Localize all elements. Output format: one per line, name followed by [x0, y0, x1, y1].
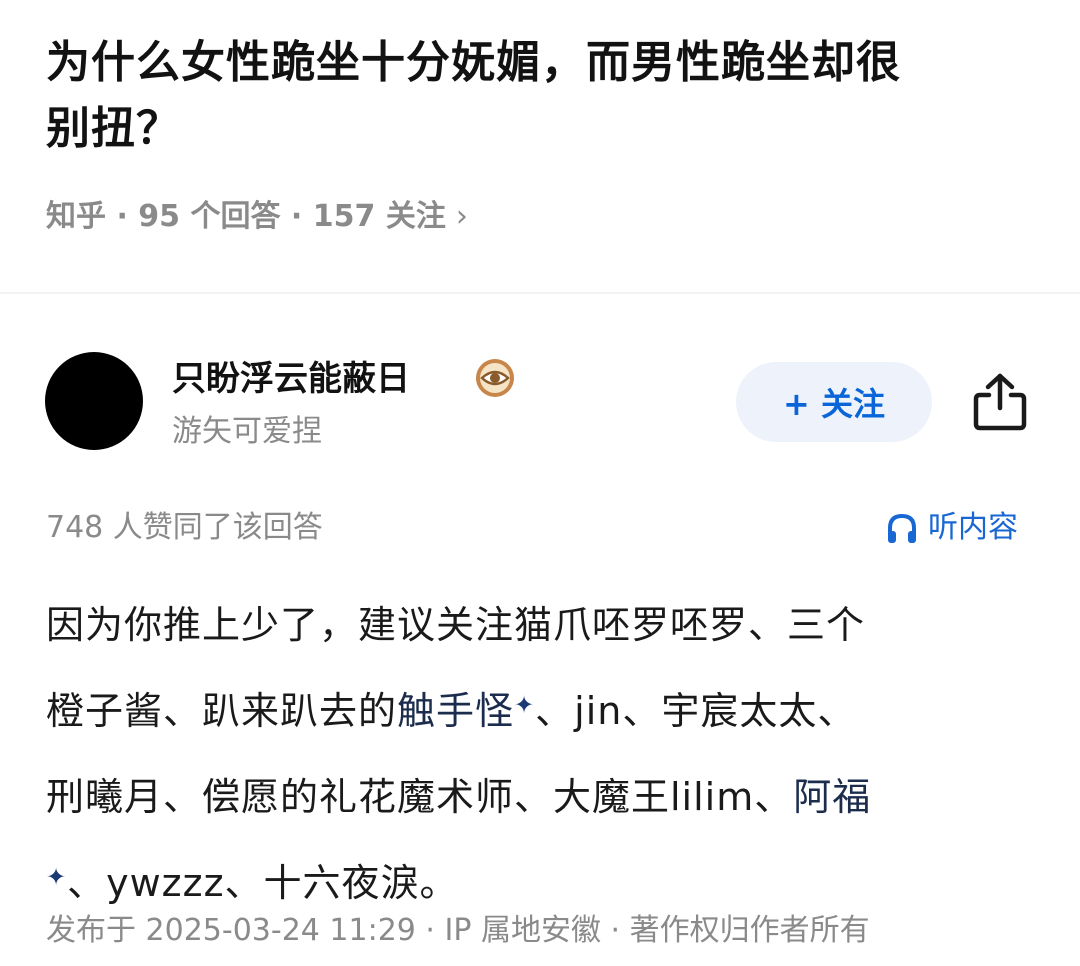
listen-label: 听内容: [928, 510, 1018, 545]
share-icon[interactable]: [970, 370, 1030, 432]
headphones-icon: [888, 513, 916, 543]
answer-text: 、jin、宇宸太太、: [535, 689, 857, 733]
keyword-link[interactable]: 触手怪: [397, 689, 514, 733]
chevron-right-icon: ›: [455, 199, 468, 234]
question-title-line1: 为什么女性跪坐十分妩媚，而男性跪坐却很: [46, 37, 901, 88]
question-title[interactable]: 为什么女性跪坐十分妩媚，而男性跪坐却很 别扭？: [46, 30, 1046, 162]
author-bio: 游矢可爱捏: [172, 414, 322, 449]
vote-count: 748 人赞同了该回答: [46, 510, 323, 545]
question-title-line2: 别扭？: [46, 103, 181, 154]
listen-button[interactable]: 听内容: [884, 505, 1018, 551]
answer-line: 刑曦月、偿愿的礼花魔术师、大魔王lilim、阿福: [46, 754, 1036, 840]
follow-button[interactable]: + 关注: [736, 362, 932, 442]
author-name[interactable]: 只盼浮云能蔽日: [172, 356, 410, 402]
sparkle-icon: ✦: [514, 691, 536, 719]
publish-info: 发布于 2025-03-24 11:29 · IP 属地安徽 · 著作权归作者所…: [46, 913, 870, 948]
question-meta-text: 知乎 · 95 个回答 · 157 关注: [46, 199, 446, 234]
keyword-link[interactable]: 阿福: [793, 775, 871, 819]
eye-badge-icon: [476, 359, 514, 397]
sparkle-icon: ✦: [46, 863, 68, 891]
answer-line: 因为你推上少了，建议关注猫爪呸罗呸罗、三个: [46, 603, 866, 647]
answer-text: 、ywzzz、十六夜淚。: [67, 861, 459, 905]
section-divider: [0, 292, 1080, 294]
answer-body: 因为你推上少了，建议关注猫爪呸罗呸罗、三个 橙子酱、趴来趴去的触手怪✦、jin、…: [46, 582, 1036, 926]
answer-line: 橙子酱、趴来趴去的触手怪✦、jin、宇宸太太、: [46, 668, 1036, 754]
question-meta[interactable]: 知乎 · 95 个回答 · 157 关注 ›: [46, 192, 468, 242]
avatar[interactable]: [45, 352, 143, 450]
answer-text: 刑曦月、偿愿的礼花魔术师、大魔王lilim、: [46, 775, 794, 819]
answer-text: 橙子酱、趴来趴去的: [46, 689, 398, 733]
